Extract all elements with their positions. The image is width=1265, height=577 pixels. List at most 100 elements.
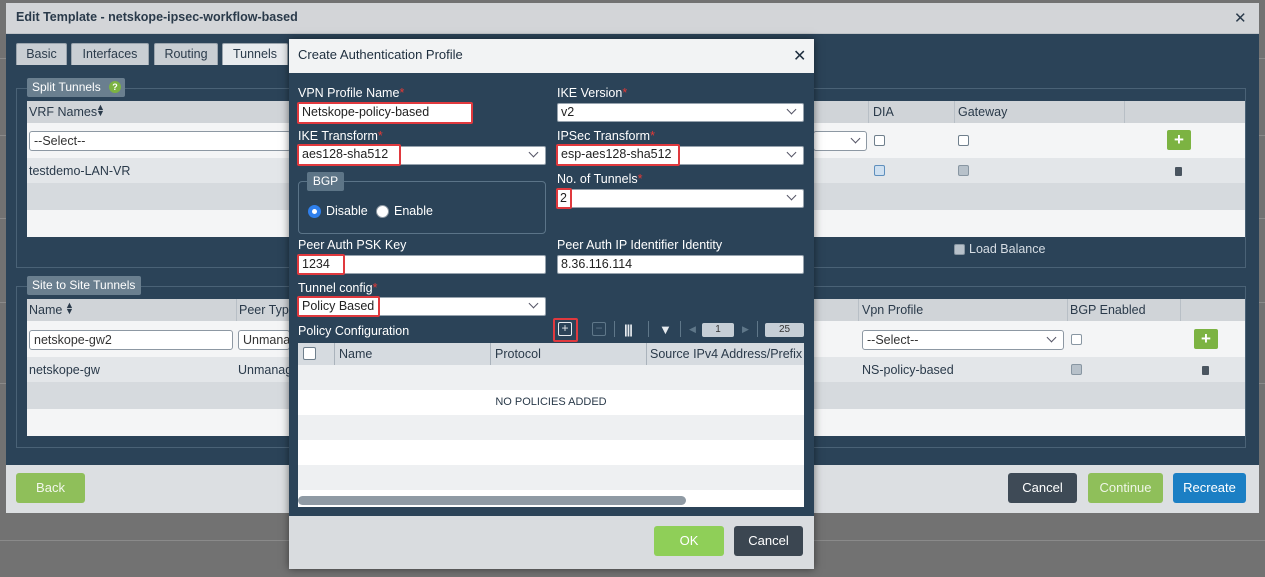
empty-row — [298, 415, 804, 440]
policy-config-label: Policy Configuration — [298, 324, 410, 338]
tunnel-config-label-text: Tunnel config — [298, 281, 373, 295]
tab-interfaces[interactable]: Interfaces — [71, 43, 149, 65]
no-policies-message: NO POLICIES ADDED — [495, 396, 607, 408]
bgp-enable-radio[interactable] — [376, 205, 389, 218]
add-policy-icon[interactable]: + — [558, 322, 572, 336]
ipsec-transform-value[interactable]: esp-aes128-sha512 — [556, 144, 680, 166]
column-vrf-names[interactable]: VRF Names — [29, 105, 97, 119]
column-divider — [646, 343, 647, 365]
tab-basic[interactable]: Basic — [16, 43, 67, 65]
dialog-cancel-button[interactable]: Cancel — [734, 526, 803, 556]
num-tunnels-select[interactable] — [557, 189, 804, 208]
column-bgp-enabled: BGP Enabled — [1070, 303, 1146, 317]
tunnel-name-input[interactable]: netskope-gw2 — [29, 330, 233, 350]
psk-label: Peer Auth PSK Key — [298, 238, 407, 252]
empty-row — [298, 365, 804, 390]
back-button[interactable]: Back — [16, 473, 85, 503]
tunnel-name-cell: netskope-gw — [29, 363, 100, 377]
load-balance-checkbox[interactable] — [954, 244, 965, 255]
dia-checkbox[interactable] — [874, 135, 885, 146]
required-mark: * — [637, 172, 643, 186]
vrf-name-cell: testdemo-LAN-VR — [29, 164, 131, 178]
tunnel-config-label: Tunnel config* — [298, 281, 377, 295]
cancel-button[interactable]: Cancel — [1008, 473, 1077, 503]
num-tunnels-label-text: No. of Tunnels — [557, 172, 638, 186]
page-number-input[interactable]: 1 — [702, 323, 734, 337]
tunnel-config-value[interactable]: Policy Based — [297, 296, 380, 317]
psk-value[interactable]: 1234 — [297, 254, 345, 275]
peer-ip-identity-input[interactable]: 8.36.116.114 — [557, 255, 804, 274]
column-gateway: Gateway — [958, 105, 1008, 119]
dia-checked-checkbox — [874, 165, 885, 176]
vrf-select[interactable]: --Select-- — [29, 131, 291, 151]
column-vpn-profile: Vpn Profile — [862, 303, 924, 317]
add-site-tunnel-button[interactable]: + — [1194, 329, 1218, 349]
ike-version-label: IKE Version* — [557, 86, 627, 100]
gateway-checkbox[interactable] — [958, 135, 969, 146]
remove-policy-icon[interactable]: − — [592, 322, 606, 336]
column-divider — [490, 343, 491, 365]
toolbar-divider — [680, 321, 681, 337]
load-balance-label: Load Balance — [969, 242, 1046, 256]
tab-tunnels[interactable]: Tunnels — [222, 43, 288, 65]
prev-page-icon[interactable]: ◀ — [689, 324, 696, 335]
dialog-title: Create Authentication Profile — [298, 47, 463, 62]
bgp-enabled-disabled-checkbox — [1071, 364, 1082, 375]
bgp-disable-label[interactable]: Disable — [326, 204, 368, 218]
policy-column-source: Source IPv4 Address/Prefix — [650, 347, 803, 361]
columns-icon[interactable]: ||| — [624, 322, 633, 337]
gateway-disabled-checkbox — [958, 165, 969, 176]
toolbar-divider — [648, 321, 649, 337]
peer-ip-identity-label: Peer Auth IP Identifier Identity — [557, 238, 723, 252]
split-tunnels-label-text: Split Tunnels — [32, 80, 101, 94]
num-tunnels-value[interactable]: 2 — [556, 188, 572, 209]
bgp-label: BGP — [307, 172, 344, 191]
ike-version-label-text: IKE Version — [557, 86, 623, 100]
peer-type-cell: Unmanag — [238, 363, 293, 377]
vpn-profile-name-input[interactable]: Netskope-policy-based — [297, 102, 473, 124]
select-all-checkbox[interactable] — [303, 347, 316, 360]
close-icon[interactable]: ✕ — [793, 46, 806, 66]
sort-icon[interactable]: ▲ ▼ — [65, 301, 74, 316]
num-tunnels-label: No. of Tunnels* — [557, 172, 642, 186]
toolbar-divider — [614, 321, 615, 337]
bgp-enabled-checkbox[interactable] — [1071, 334, 1082, 345]
site-tunnels-label: Site to Site Tunnels — [27, 276, 141, 295]
bgp-enable-label[interactable]: Enable — [394, 204, 433, 218]
vpn-profile-select[interactable]: --Select-- — [862, 330, 1064, 350]
horizontal-scrollbar[interactable] — [298, 496, 686, 505]
recreate-button[interactable]: Recreate — [1173, 473, 1246, 503]
help-icon[interactable]: ? — [109, 81, 121, 93]
trash-icon[interactable] — [1175, 167, 1182, 176]
tab-routing[interactable]: Routing — [154, 43, 218, 65]
required-mark: * — [399, 86, 405, 100]
required-mark: * — [622, 86, 628, 100]
ike-transform-label-text: IKE Transform — [298, 129, 378, 143]
close-icon[interactable]: ✕ — [1234, 9, 1247, 27]
column-divider — [334, 343, 335, 365]
peer-type-select[interactable]: Unmana — [238, 330, 290, 350]
sort-icon[interactable]: ▲ ▼ — [96, 103, 105, 118]
filter-icon[interactable]: ▼ — [659, 322, 672, 337]
ike-transform-value[interactable]: aes128-sha512 — [297, 144, 401, 166]
add-split-tunnel-button[interactable]: + — [1167, 130, 1191, 150]
column-name[interactable]: Name — [29, 303, 62, 317]
required-mark: * — [650, 129, 655, 143]
toolbar-divider — [757, 321, 758, 337]
vpn-profile-name-label: VPN Profile Name* — [298, 86, 404, 100]
split-select-tail[interactable] — [813, 131, 867, 151]
next-page-icon[interactable]: ▶ — [742, 324, 749, 335]
policy-column-name: Name — [339, 347, 373, 361]
ike-version-select[interactable]: v2 — [557, 103, 804, 122]
required-mark: * — [372, 281, 378, 295]
continue-button[interactable]: Continue — [1088, 473, 1163, 503]
page-size-input[interactable]: 25 — [765, 323, 804, 337]
empty-row — [298, 440, 804, 465]
ike-transform-label: IKE Transform* — [298, 129, 383, 143]
column-dia: DIA — [873, 105, 894, 119]
ok-button[interactable]: OK — [654, 526, 724, 556]
policy-column-protocol: Protocol — [495, 347, 541, 361]
trash-icon[interactable] — [1202, 366, 1209, 375]
bgp-disable-radio[interactable] — [308, 205, 321, 218]
vpn-profile-cell: NS-policy-based — [862, 363, 954, 377]
